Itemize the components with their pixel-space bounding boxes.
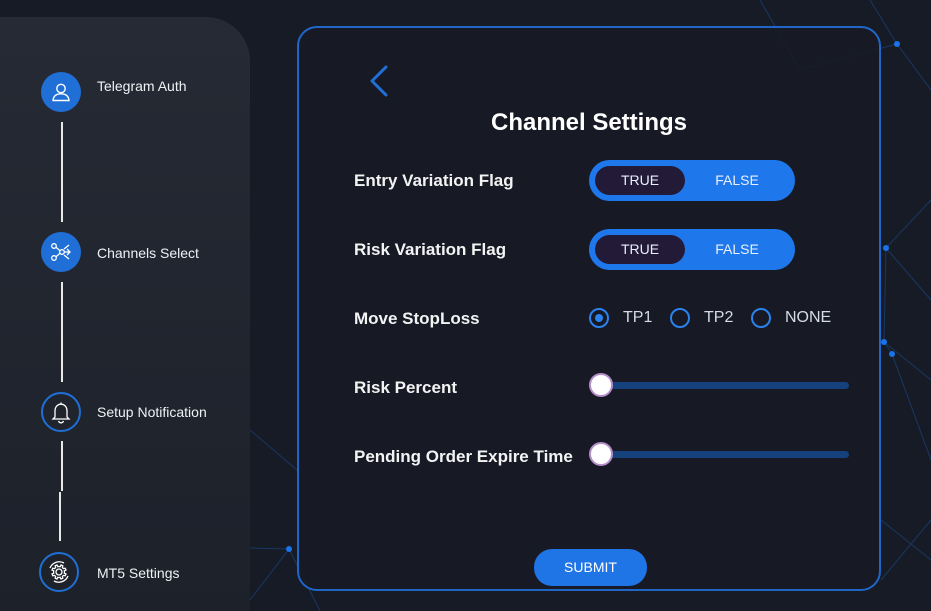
step-connector xyxy=(61,122,63,222)
entry-variation-label: Entry Variation Flag xyxy=(354,171,514,190)
radio-circle xyxy=(589,308,609,328)
step-telegram-auth[interactable]: Telegram Auth xyxy=(41,72,241,112)
risk-variation-false-option[interactable]: FALSE xyxy=(687,235,787,264)
radio-circle xyxy=(751,308,771,328)
risk-variation-true-option[interactable]: TRUE xyxy=(595,235,685,264)
radio-dot xyxy=(595,314,603,322)
step-channels-select[interactable]: Channels Select xyxy=(41,232,241,272)
pending-expire-label: Pending Order Expire Time xyxy=(354,447,573,466)
page-title: Channel Settings xyxy=(490,109,688,136)
submit-button[interactable]: SUBMIT xyxy=(534,549,647,586)
step-connector xyxy=(59,492,61,541)
entry-variation-toggle: TRUE FALSE xyxy=(589,160,795,201)
slider-thumb[interactable] xyxy=(589,442,613,466)
step-label: Setup Notification xyxy=(97,404,207,420)
move-stoploss-label: Move StopLoss xyxy=(354,309,480,328)
risk-variation-toggle: TRUE FALSE xyxy=(589,229,795,270)
radio-label: NONE xyxy=(785,309,832,326)
radio-circle xyxy=(670,308,690,328)
entry-variation-true-option[interactable]: TRUE xyxy=(595,166,685,195)
share-icon xyxy=(41,232,81,272)
step-label: Channels Select xyxy=(97,245,199,261)
user-icon xyxy=(41,72,81,112)
entry-variation-false-option[interactable]: FALSE xyxy=(687,166,787,195)
pending-expire-slider[interactable] xyxy=(589,441,849,467)
step-setup-notification[interactable]: Setup Notification xyxy=(41,392,241,432)
slider-thumb[interactable] xyxy=(589,373,613,397)
slider-track xyxy=(597,451,849,458)
radio-label: TP2 xyxy=(704,309,734,326)
step-label: Telegram Auth xyxy=(97,78,187,94)
slider-track xyxy=(597,382,849,389)
chevron-left-icon[interactable] xyxy=(366,64,392,98)
risk-variation-label: Risk Variation Flag xyxy=(354,240,507,259)
channel-settings-panel: Channel Settings Entry Variation Flag TR… xyxy=(297,26,881,591)
gear-icon xyxy=(39,552,79,592)
step-connector xyxy=(61,441,63,491)
bell-icon xyxy=(41,392,81,432)
step-mt5-settings[interactable]: MT5 Settings xyxy=(39,552,239,592)
risk-percent-label: Risk Percent xyxy=(354,378,457,397)
step-label: MT5 Settings xyxy=(97,565,180,581)
radio-label: TP1 xyxy=(623,309,653,326)
step-connector xyxy=(61,282,63,382)
risk-percent-slider[interactable] xyxy=(589,372,849,398)
